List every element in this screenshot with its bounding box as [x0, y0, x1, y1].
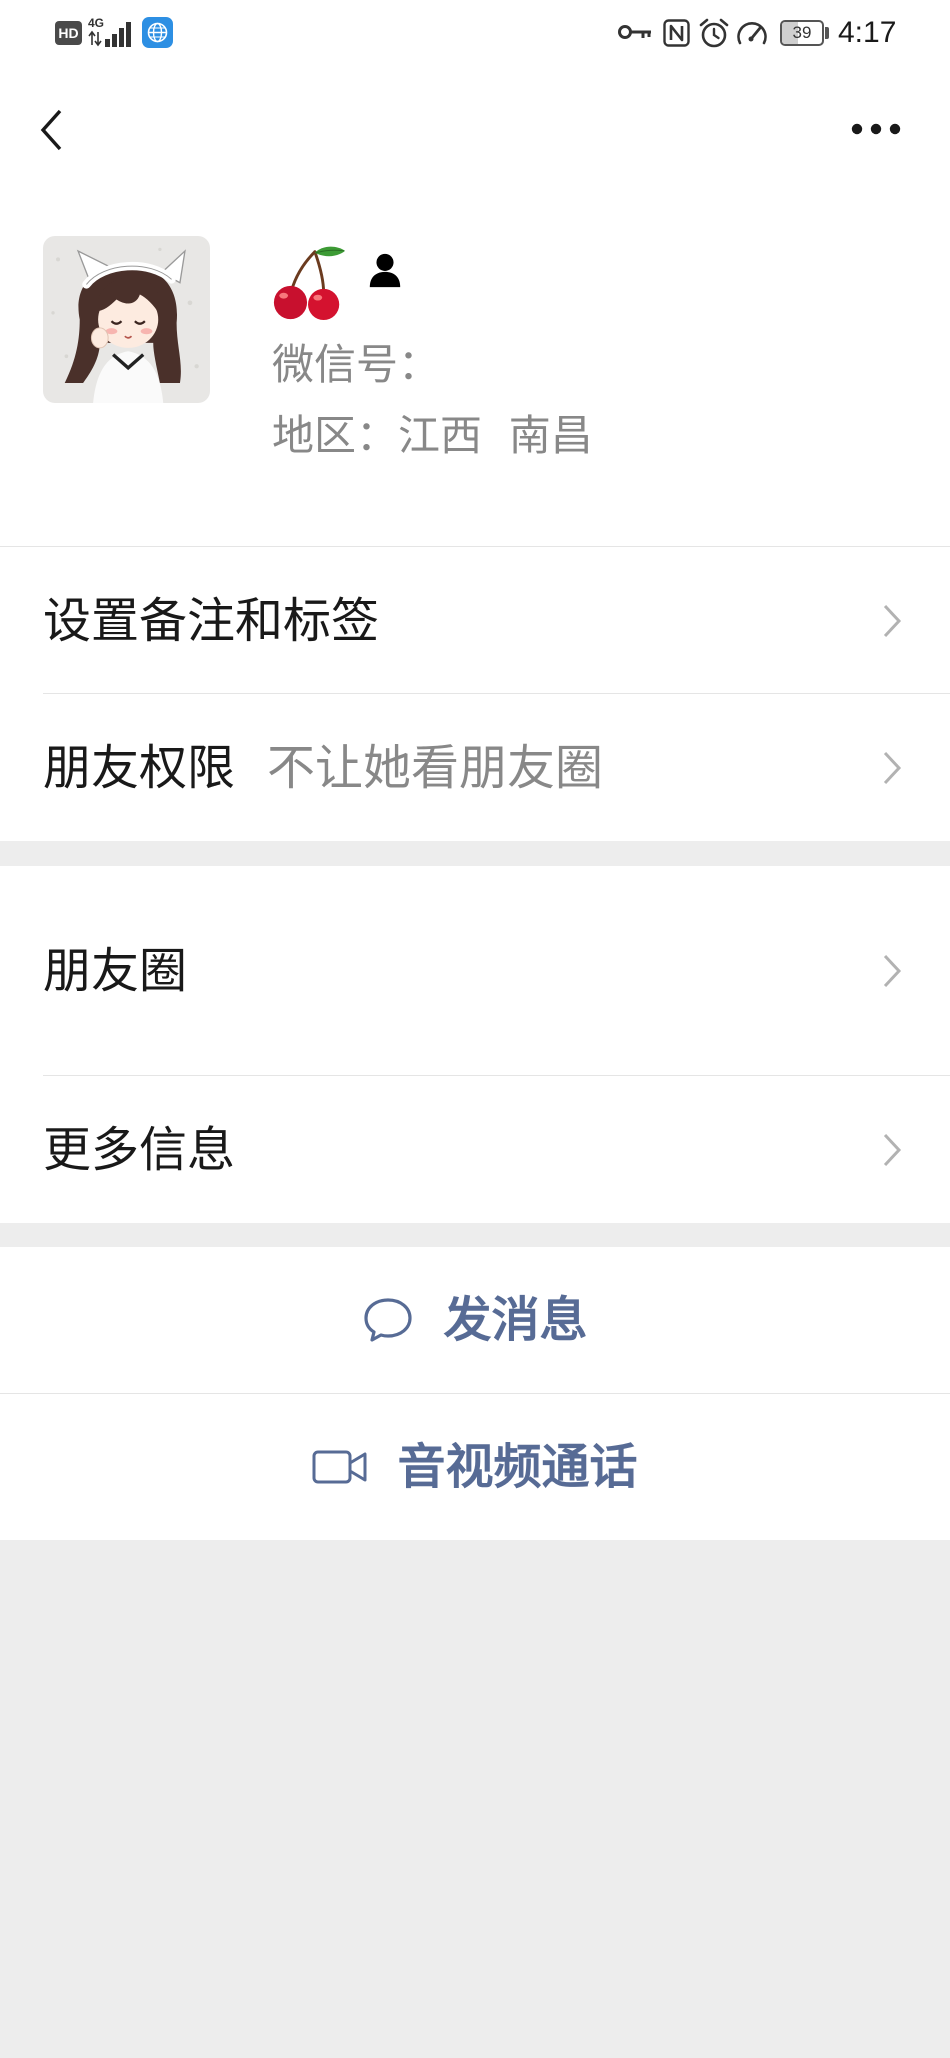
chat-bubble-icon [362, 1296, 414, 1344]
set-remark-tags-label: 设置备注和标签 [43, 592, 380, 649]
clock-time: 4:17 [838, 16, 897, 49]
group-gap [0, 1223, 950, 1247]
avatar-image [43, 236, 210, 403]
profile-header: 微信号： 地区：江西 南昌 [0, 161, 950, 546]
voice-video-call-button[interactable]: 音视频通话 [0, 1394, 950, 1540]
voice-video-call-label: 音视频通话 [397, 1439, 638, 1495]
avatar[interactable] [43, 236, 210, 403]
female-icon [369, 253, 401, 288]
video-call-icon [312, 1449, 368, 1485]
signal-icon: 4G [88, 16, 131, 47]
chevron-left-icon [40, 109, 62, 151]
browser-app-icon [142, 17, 173, 48]
send-message-label: 发消息 [443, 1292, 588, 1348]
alarm-icon [699, 18, 729, 48]
more-info-label: 更多信息 [43, 1121, 236, 1178]
moments-row[interactable]: 朋友圈 [0, 866, 950, 1076]
nav-bar [0, 66, 950, 161]
speedometer-icon [737, 22, 767, 45]
battery-icon: 39 [780, 20, 824, 46]
chevron-right-icon [883, 954, 902, 988]
chevron-right-icon [883, 751, 902, 784]
status-bar: HD 4G 39 4:17 [0, 0, 950, 66]
chevron-right-icon [883, 604, 902, 637]
friend-permissions-value: 不让她看朋友圈 [267, 739, 604, 796]
friend-permissions-row[interactable]: 朋友权限 不让她看朋友圈 [0, 694, 950, 841]
region-label: 地区：江西 南昌 [272, 411, 593, 460]
more-options-button[interactable] [843, 111, 909, 147]
nfc-icon [663, 19, 690, 47]
chevron-right-icon [883, 1133, 902, 1166]
wechat-id-label: 微信号： [272, 340, 441, 389]
info-group: 朋友圈 更多信息 [0, 866, 950, 1223]
group-gap [0, 841, 950, 866]
more-dots-icon [851, 123, 901, 135]
key-icon [618, 25, 651, 39]
cherry-icon [273, 246, 346, 321]
hd-icon: HD [55, 21, 82, 45]
battery-level: 39 [792, 23, 812, 42]
send-message-button[interactable]: 发消息 [0, 1247, 950, 1393]
more-info-row[interactable]: 更多信息 [0, 1076, 950, 1223]
moments-label: 朋友圈 [43, 943, 188, 999]
friend-permissions-label: 朋友权限 [43, 739, 236, 796]
battery-nub [825, 27, 829, 39]
set-remark-tags-row[interactable]: 设置备注和标签 [0, 547, 950, 694]
back-button[interactable] [30, 100, 72, 160]
settings-group: 设置备注和标签 朋友权限 不让她看朋友圈 [0, 547, 950, 841]
network-type-label: 4G [88, 16, 104, 30]
